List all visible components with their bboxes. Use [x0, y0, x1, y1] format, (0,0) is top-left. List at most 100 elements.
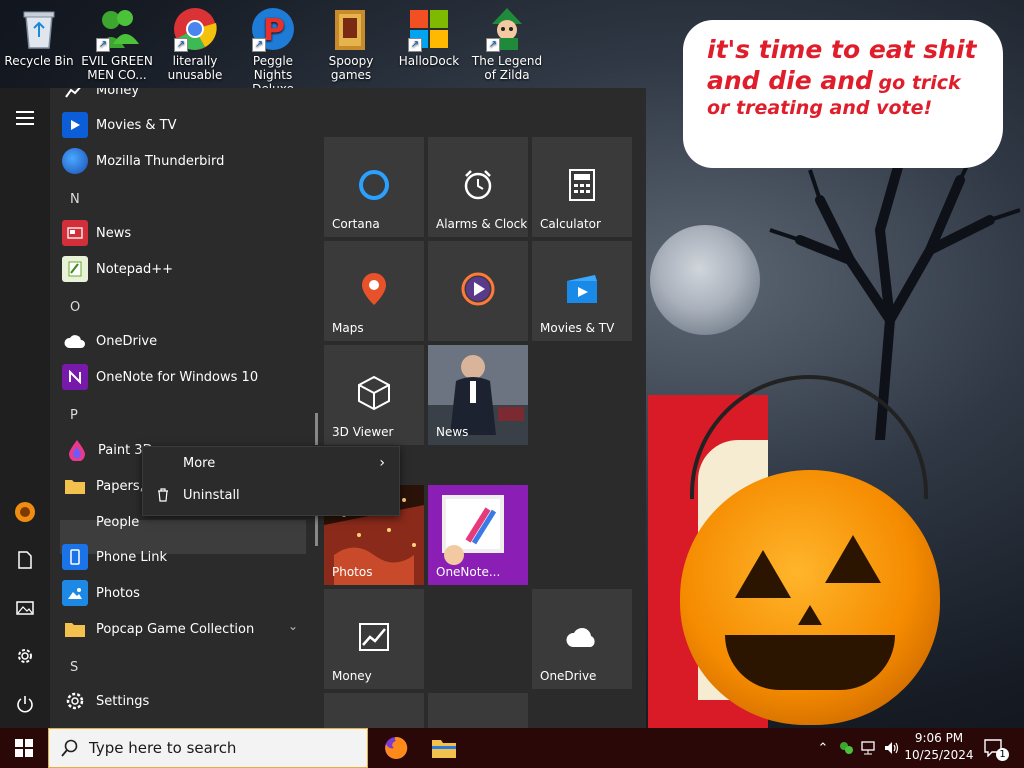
clock[interactable]: 9:06 PM 10/25/2024 [902, 730, 976, 764]
app-item-onedrive[interactable]: OneDrive [62, 323, 157, 359]
desktop-icon-recycle-bin[interactable]: Recycle Bin [0, 2, 78, 68]
network-icon[interactable] [858, 728, 882, 768]
movies-tv-icon [62, 112, 88, 138]
phone-link-icon [62, 544, 88, 570]
speech-line-3: go trick [878, 72, 961, 95]
start-menu: Money Movies & TV Mozilla Thunderbird N … [0, 88, 646, 728]
settings-gear-icon [62, 688, 88, 714]
desktop-icon-evil-green-men[interactable]: ↗ EVIL GREEN MEN CO... [78, 2, 156, 82]
svg-text:P: P [263, 13, 285, 48]
chevron-down-icon[interactable]: ⌄ [288, 619, 298, 633]
search-box[interactable]: Type here to search [48, 728, 368, 768]
context-label: More [183, 455, 216, 471]
tile-onedrive[interactable]: OneDrive [532, 589, 632, 689]
folder-icon [328, 6, 374, 52]
chrome-icon: ↗ [172, 6, 218, 52]
trash-icon [143, 488, 183, 502]
tile-alarms-clock[interactable]: Alarms & Clock [428, 137, 528, 237]
alarm-clock-icon [428, 165, 528, 205]
onedrive-cloud-icon [532, 617, 632, 657]
tile-3d-viewer[interactable]: 3D Viewer [324, 345, 424, 445]
tile-label: Maps [332, 321, 364, 335]
app-item-news[interactable]: News [62, 215, 131, 251]
tile-onenote[interactable]: OneNote... [428, 485, 528, 585]
section-header-p[interactable]: P [70, 397, 78, 433]
tile-label: Alarms & Clock [436, 217, 528, 231]
tile-media-player[interactable] [428, 241, 528, 341]
app-item-people[interactable]: People [96, 504, 139, 540]
app-item-onenote[interactable]: OneNote for Windows 10 [62, 359, 258, 395]
clock-date: 10/25/2024 [904, 748, 974, 762]
section-header-n[interactable]: N [70, 181, 80, 217]
app-label: News [96, 225, 132, 241]
desktop-icon-hallodock[interactable]: ↗ HalloDock [390, 2, 468, 68]
speech-bubble: it's time to eat shit and die and go tri… [683, 20, 1003, 168]
cortana-icon [324, 165, 424, 205]
windows-logo-icon [15, 739, 33, 757]
tile-maps[interactable]: Maps [324, 241, 424, 341]
app-label: Phone Link [96, 549, 168, 565]
tile-money[interactable]: Money [324, 589, 424, 689]
shortcut-arrow-icon: ↗ [252, 38, 266, 52]
movies-tv-icon [532, 269, 632, 309]
pictures-icon[interactable] [13, 596, 37, 620]
section-header-s[interactable]: S [70, 649, 78, 685]
scrollbar-thumb[interactable] [315, 516, 318, 546]
notification-center-button[interactable]: 1 [978, 728, 1010, 768]
volume-icon[interactable] [882, 728, 902, 768]
desktop-icon-peggle[interactable]: P ↗ Peggle Nights Deluxe [234, 2, 312, 96]
notification-badge: 1 [996, 748, 1009, 761]
scrollbar-thumb[interactable] [315, 413, 318, 445]
desktop-icon-spoopy-games[interactable]: Spoopy games [312, 2, 390, 82]
context-item-uninstall[interactable]: Uninstall [143, 479, 399, 511]
tile-label: Calculator [540, 217, 601, 231]
app-item-paint3d[interactable]: Paint 3D [64, 432, 153, 468]
documents-icon[interactable] [13, 548, 37, 572]
app-item-settings[interactable]: Settings [62, 683, 149, 719]
tile-cortana[interactable]: Cortana [324, 137, 424, 237]
shortcut-arrow-icon: ↗ [486, 38, 500, 52]
desktop-icon-literally-unusable[interactable]: ↗ literally unusable [156, 2, 234, 82]
section-header-o[interactable]: O [70, 289, 80, 325]
taskbar-firefox[interactable] [372, 728, 420, 768]
app-item-money[interactable]: Money [62, 88, 139, 108]
app-label: Notepad++ [96, 261, 174, 277]
people-icon: ↗ [94, 6, 140, 52]
tile-label: OneDrive [540, 669, 597, 683]
app-item-phone-link[interactable]: Phone Link [62, 539, 167, 575]
news-icon [62, 220, 88, 246]
chevron-right-icon: › [379, 455, 385, 471]
app-item-thunderbird[interactable]: Mozilla Thunderbird [62, 143, 224, 179]
taskbar: Type here to search ⌃ 9:06 PM 10/25/2024… [0, 728, 1024, 768]
desktop-icon-legend-of-zilda[interactable]: ↗ The Legend of Zilda [468, 2, 546, 82]
settings-gear-icon[interactable] [13, 644, 37, 668]
app-item-photos[interactable]: Photos [62, 575, 140, 611]
folder-icon [62, 473, 88, 499]
tile-calculator[interactable]: Calculator [532, 137, 632, 237]
app-item-popcap[interactable]: Popcap Game Collection ⌄ [62, 611, 298, 647]
tray-app-icon[interactable] [836, 728, 856, 768]
search-placeholder: Type here to search [89, 739, 237, 757]
desktop-icon-label: EVIL GREEN MEN CO... [81, 54, 153, 82]
tile-partial[interactable] [324, 693, 424, 728]
tile-label: Photos [332, 565, 373, 579]
onedrive-cloud-icon [62, 328, 88, 354]
tile-label: Money [332, 669, 372, 683]
user-avatar[interactable] [13, 500, 37, 524]
shortcut-arrow-icon: ↗ [96, 38, 110, 52]
app-item-movies-tv[interactable]: Movies & TV [62, 107, 176, 143]
power-icon[interactable] [13, 692, 37, 716]
tile-movies-tv[interactable]: Movies & TV [532, 241, 632, 341]
show-hidden-icons-chevron-up-icon[interactable]: ⌃ [812, 728, 834, 768]
tile-news[interactable]: News [428, 345, 528, 445]
taskbar-file-explorer[interactable] [420, 728, 468, 768]
tile-partial[interactable] [428, 693, 528, 728]
hamburger-menu-icon[interactable] [13, 106, 37, 130]
speech-line-1: it's time to eat shit [707, 35, 977, 64]
money-chart-icon [324, 617, 424, 657]
moon [650, 225, 760, 335]
app-item-notepadpp[interactable]: Notepad++ [62, 251, 173, 287]
context-item-more[interactable]: More › [143, 447, 399, 479]
start-button[interactable] [0, 728, 48, 768]
search-icon [61, 739, 78, 757]
